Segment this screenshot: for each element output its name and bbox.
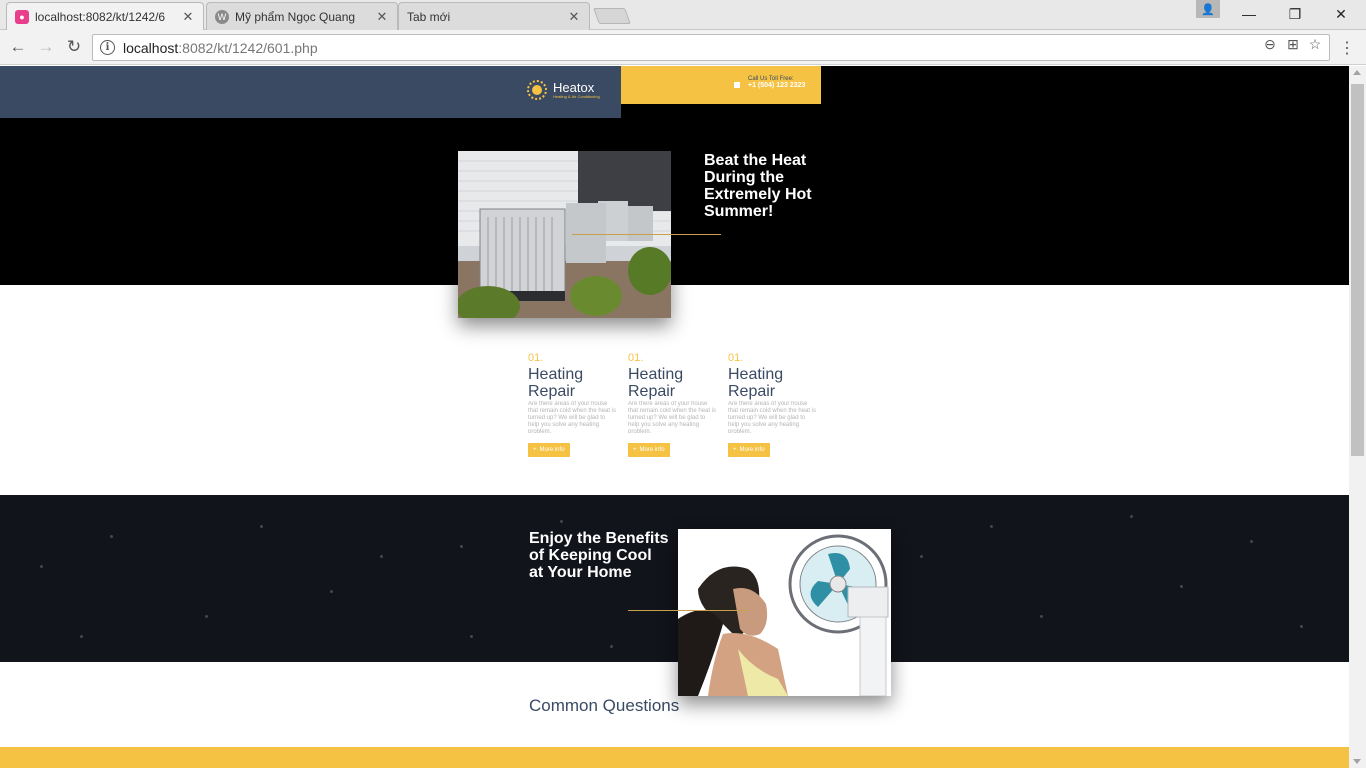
more-info-button[interactable]: + More info xyxy=(628,443,670,457)
logo-name: Heatox xyxy=(553,80,595,95)
url-host: localhost xyxy=(123,39,179,56)
scroll-down-icon[interactable] xyxy=(1353,759,1361,764)
restore-icon[interactable]: ❐ xyxy=(1272,0,1318,28)
browser-toolbar: ← → ↻ i localhost:8082/kt/1242/601.php ⊖… xyxy=(0,30,1366,65)
bookmark-star-icon[interactable]: ☆ xyxy=(1306,35,1324,53)
footer-accent-band xyxy=(0,747,1349,768)
back-icon[interactable]: ← xyxy=(7,36,29,58)
url-path: :8082/kt/1242/601.php xyxy=(178,39,318,56)
service-title: Heating Repair xyxy=(728,366,784,400)
dev-server-icon: ● xyxy=(15,9,29,24)
more-info-label: More info xyxy=(539,447,565,453)
service-card: 01. Heating Repair Are there areas of yo… xyxy=(628,352,718,457)
service-description: Are there areas of your house that remai… xyxy=(528,401,617,433)
benefits-section xyxy=(0,495,1349,662)
page-scrollbar[interactable] xyxy=(1349,66,1366,768)
plus-icon: + xyxy=(533,447,537,453)
logo-tagline: Heating & Air Conditioning xyxy=(553,94,600,99)
translate-icon[interactable]: ⊞ xyxy=(1284,35,1302,53)
close-icon[interactable]: ✕ xyxy=(181,9,195,25)
site-logo[interactable]: Heatox Heating & Air Conditioning xyxy=(527,80,600,100)
wordpress-icon: W xyxy=(215,9,229,24)
service-card: 01. Heating Repair Are there areas of yo… xyxy=(728,352,818,457)
scroll-up-icon[interactable] xyxy=(1353,70,1361,75)
service-title: Heating Repair xyxy=(628,366,684,400)
hero-accent-line xyxy=(572,234,721,235)
minimize-icon[interactable]: — xyxy=(1226,0,1272,28)
close-icon[interactable]: ✕ xyxy=(567,9,581,25)
zoom-icon[interactable]: ⊖ xyxy=(1261,35,1279,53)
reload-icon[interactable]: ↻ xyxy=(63,36,85,58)
plus-icon: + xyxy=(733,447,737,453)
service-number: 01. xyxy=(628,352,644,364)
page-viewport: Heatox Heating & Air Conditioning Call U… xyxy=(0,66,1349,768)
window-close-icon[interactable]: ✕ xyxy=(1318,0,1364,28)
close-icon[interactable]: ✕ xyxy=(375,9,389,25)
call-us[interactable]: Call Us Toll Free: +1 (504) 123 2323 xyxy=(734,76,805,89)
benefits-accent-line xyxy=(628,610,748,611)
more-info-button[interactable]: + More info xyxy=(728,443,770,457)
faq-title: Common Questions xyxy=(529,696,680,715)
browser-tab-active[interactable]: ● localhost:8082/kt/1242/6 ✕ xyxy=(6,2,204,30)
call-number: +1 (504) 123 2323 xyxy=(748,82,806,89)
address-bar[interactable]: i localhost:8082/kt/1242/601.php xyxy=(92,34,1330,61)
service-number: 01. xyxy=(528,352,544,364)
scrollbar-thumb[interactable] xyxy=(1351,84,1364,456)
woman-fan-image xyxy=(678,529,891,696)
service-description: Are there areas of your house that remai… xyxy=(628,401,717,433)
browser-tab[interactable]: Tab mới ✕ xyxy=(398,2,590,30)
sun-icon xyxy=(527,80,547,100)
service-title: Heating Repair xyxy=(528,366,584,400)
more-info-button[interactable]: + More info xyxy=(528,443,570,457)
service-card: 01. Heating Repair Are there areas of yo… xyxy=(528,352,618,457)
hero-title: Beat the Heat During the Extremely Hot S… xyxy=(704,152,812,220)
phone-icon xyxy=(734,82,740,88)
browser-tabbar: ● localhost:8082/kt/1242/6 ✕ W Mỹ phẩm N… xyxy=(0,0,1366,30)
new-tab-button[interactable] xyxy=(593,8,631,24)
info-icon[interactable]: i xyxy=(100,40,115,55)
service-number: 01. xyxy=(728,352,744,364)
more-info-label: More info xyxy=(639,447,665,453)
browser-tab[interactable]: W Mỹ phẩm Ngọc Quang ✕ xyxy=(206,2,398,30)
service-description: Are there areas of your house that remai… xyxy=(728,401,817,433)
plus-icon: + xyxy=(633,447,637,453)
hero-section xyxy=(0,118,1349,285)
tab-title: localhost:8082/kt/1242/6 xyxy=(35,9,166,24)
tab-title: Mỹ phẩm Ngọc Quang xyxy=(235,9,356,24)
forward-icon[interactable]: → xyxy=(35,36,57,58)
profile-icon[interactable]: 👤 xyxy=(1196,0,1220,18)
more-info-label: More info xyxy=(739,447,765,453)
browser-menu-icon[interactable]: ⋮ xyxy=(1339,38,1355,58)
tab-title: Tab mới xyxy=(407,9,451,24)
benefits-title: Enjoy the Benefits of Keeping Cool at Yo… xyxy=(529,530,669,581)
